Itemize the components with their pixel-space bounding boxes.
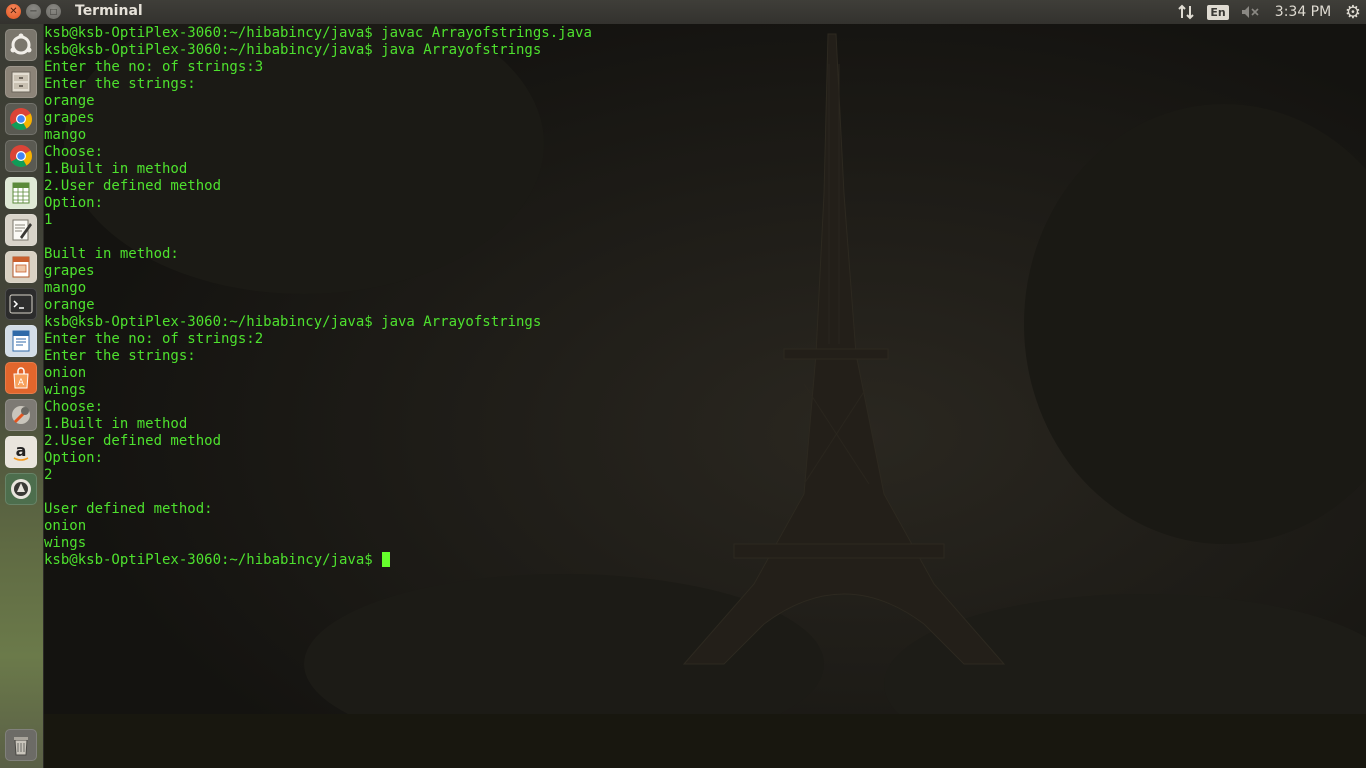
terminal-line: ksb@ksb-OptiPlex-3060:~/hibabincy/java$ … [44, 25, 592, 41]
window-title: Terminal [75, 3, 143, 19]
terminal-line: 2 [44, 467, 53, 483]
terminal-line: ksb@ksb-OptiPlex-3060:~/hibabincy/java$ … [44, 42, 542, 58]
terminal-line: wings [44, 535, 87, 551]
launcher-writer-button[interactable] [5, 325, 37, 357]
presentation-icon [12, 256, 30, 278]
launcher-dash-button[interactable] [5, 29, 37, 61]
launcher-updater-button[interactable] [5, 473, 37, 505]
keyboard-layout-indicator[interactable]: En [1207, 0, 1229, 24]
trash-icon [14, 737, 28, 756]
network-indicator[interactable] [1176, 0, 1196, 24]
launcher-chrome-2-button[interactable] [5, 140, 37, 172]
launcher-system-settings-button[interactable] [5, 399, 37, 431]
close-icon: ✕ [9, 5, 18, 17]
terminal-line: 1.Built in method [44, 161, 188, 177]
close-window-button[interactable]: ✕ [6, 4, 21, 19]
launcher-amazon-button[interactable]: a [5, 436, 37, 468]
shopping-bag-icon: A [13, 367, 29, 389]
keyboard-layout-label: En [1207, 4, 1229, 20]
session-menu[interactable]: ⚙ [1342, 0, 1364, 24]
launcher-files-button[interactable] [5, 66, 37, 98]
terminal-line: 1.Built in method [44, 416, 188, 432]
terminal-line: Enter the strings: [44, 76, 196, 92]
ubuntu-logo-icon [10, 33, 32, 55]
top-panel: ✕ − □ Terminal En 3:34 PM ⚙ [0, 0, 1366, 24]
terminal-line: User defined method: [44, 501, 213, 517]
network-arrows-icon [1178, 4, 1194, 20]
terminal-line: Option: [44, 195, 104, 211]
launcher-chrome-button[interactable] [5, 103, 37, 135]
launcher-software-center-button[interactable]: A [5, 362, 37, 394]
launcher-text-editor-button[interactable] [5, 214, 37, 246]
minimize-window-button[interactable]: − [26, 4, 41, 19]
maximize-window-button[interactable]: □ [46, 4, 61, 19]
terminal-line: onion [44, 518, 87, 534]
gear-icon: ⚙ [1344, 1, 1362, 23]
update-icon [11, 479, 31, 499]
file-cabinet-icon [11, 71, 31, 93]
document-icon [12, 330, 30, 352]
launcher-terminal-button[interactable] [5, 288, 37, 320]
terminal-line: ksb@ksb-OptiPlex-3060:~/hibabincy/java$ … [44, 314, 542, 330]
volume-muted-icon [1242, 6, 1259, 18]
launcher: A a [0, 24, 44, 768]
launcher-calc-button[interactable] [5, 177, 37, 209]
terminal-line: Choose: [44, 144, 104, 160]
terminal-window[interactable]: ksb@ksb-OptiPlex-3060:~/hibabincy/java$ … [44, 24, 1366, 768]
spreadsheet-icon [12, 182, 30, 204]
terminal-line: orange [44, 297, 95, 313]
text-cursor [382, 552, 391, 567]
clock[interactable]: 3:34 PM [1270, 0, 1336, 24]
terminal-line: 2.User defined method [44, 178, 222, 194]
terminal-line: Enter the strings: [44, 348, 196, 364]
launcher-trash-button[interactable] [5, 729, 37, 761]
sound-indicator[interactable] [1238, 0, 1262, 24]
svg-text:a: a [16, 441, 27, 460]
terminal-prompt: ksb@ksb-OptiPlex-3060:~/hibabincy/java$ [44, 552, 382, 568]
terminal-line: mango [44, 280, 87, 296]
wrench-icon [12, 406, 30, 424]
terminal-line: onion [44, 365, 87, 381]
terminal-line: grapes [44, 110, 95, 126]
terminal-line: wings [44, 382, 87, 398]
terminal-line: 1 [44, 212, 53, 228]
chrome-icon [10, 108, 32, 130]
terminal-line: grapes [44, 263, 95, 279]
terminal-prompt-line[interactable]: ksb@ksb-OptiPlex-3060:~/hibabincy/java$ [44, 552, 592, 569]
terminal-line: Enter the no: of strings:2 [44, 331, 264, 347]
minimize-icon: − [29, 5, 38, 17]
terminal-line: Option: [44, 450, 104, 466]
svg-text:A: A [18, 378, 25, 388]
terminal-line: Built in method: [44, 246, 179, 262]
terminal-output: ksb@ksb-OptiPlex-3060:~/hibabincy/java$ … [44, 25, 592, 569]
terminal-line: orange [44, 93, 95, 109]
terminal-line: mango [44, 127, 87, 143]
terminal-line: Enter the no: of strings:3 [44, 59, 264, 75]
launcher-impress-button[interactable] [5, 251, 37, 283]
terminal-line: Choose: [44, 399, 104, 415]
terminal-icon [9, 294, 33, 314]
text-editor-icon [12, 219, 32, 241]
chrome-icon [10, 145, 32, 167]
maximize-icon: □ [49, 6, 58, 16]
amazon-icon: a [13, 441, 29, 461]
terminal-line: 2.User defined method [44, 433, 222, 449]
